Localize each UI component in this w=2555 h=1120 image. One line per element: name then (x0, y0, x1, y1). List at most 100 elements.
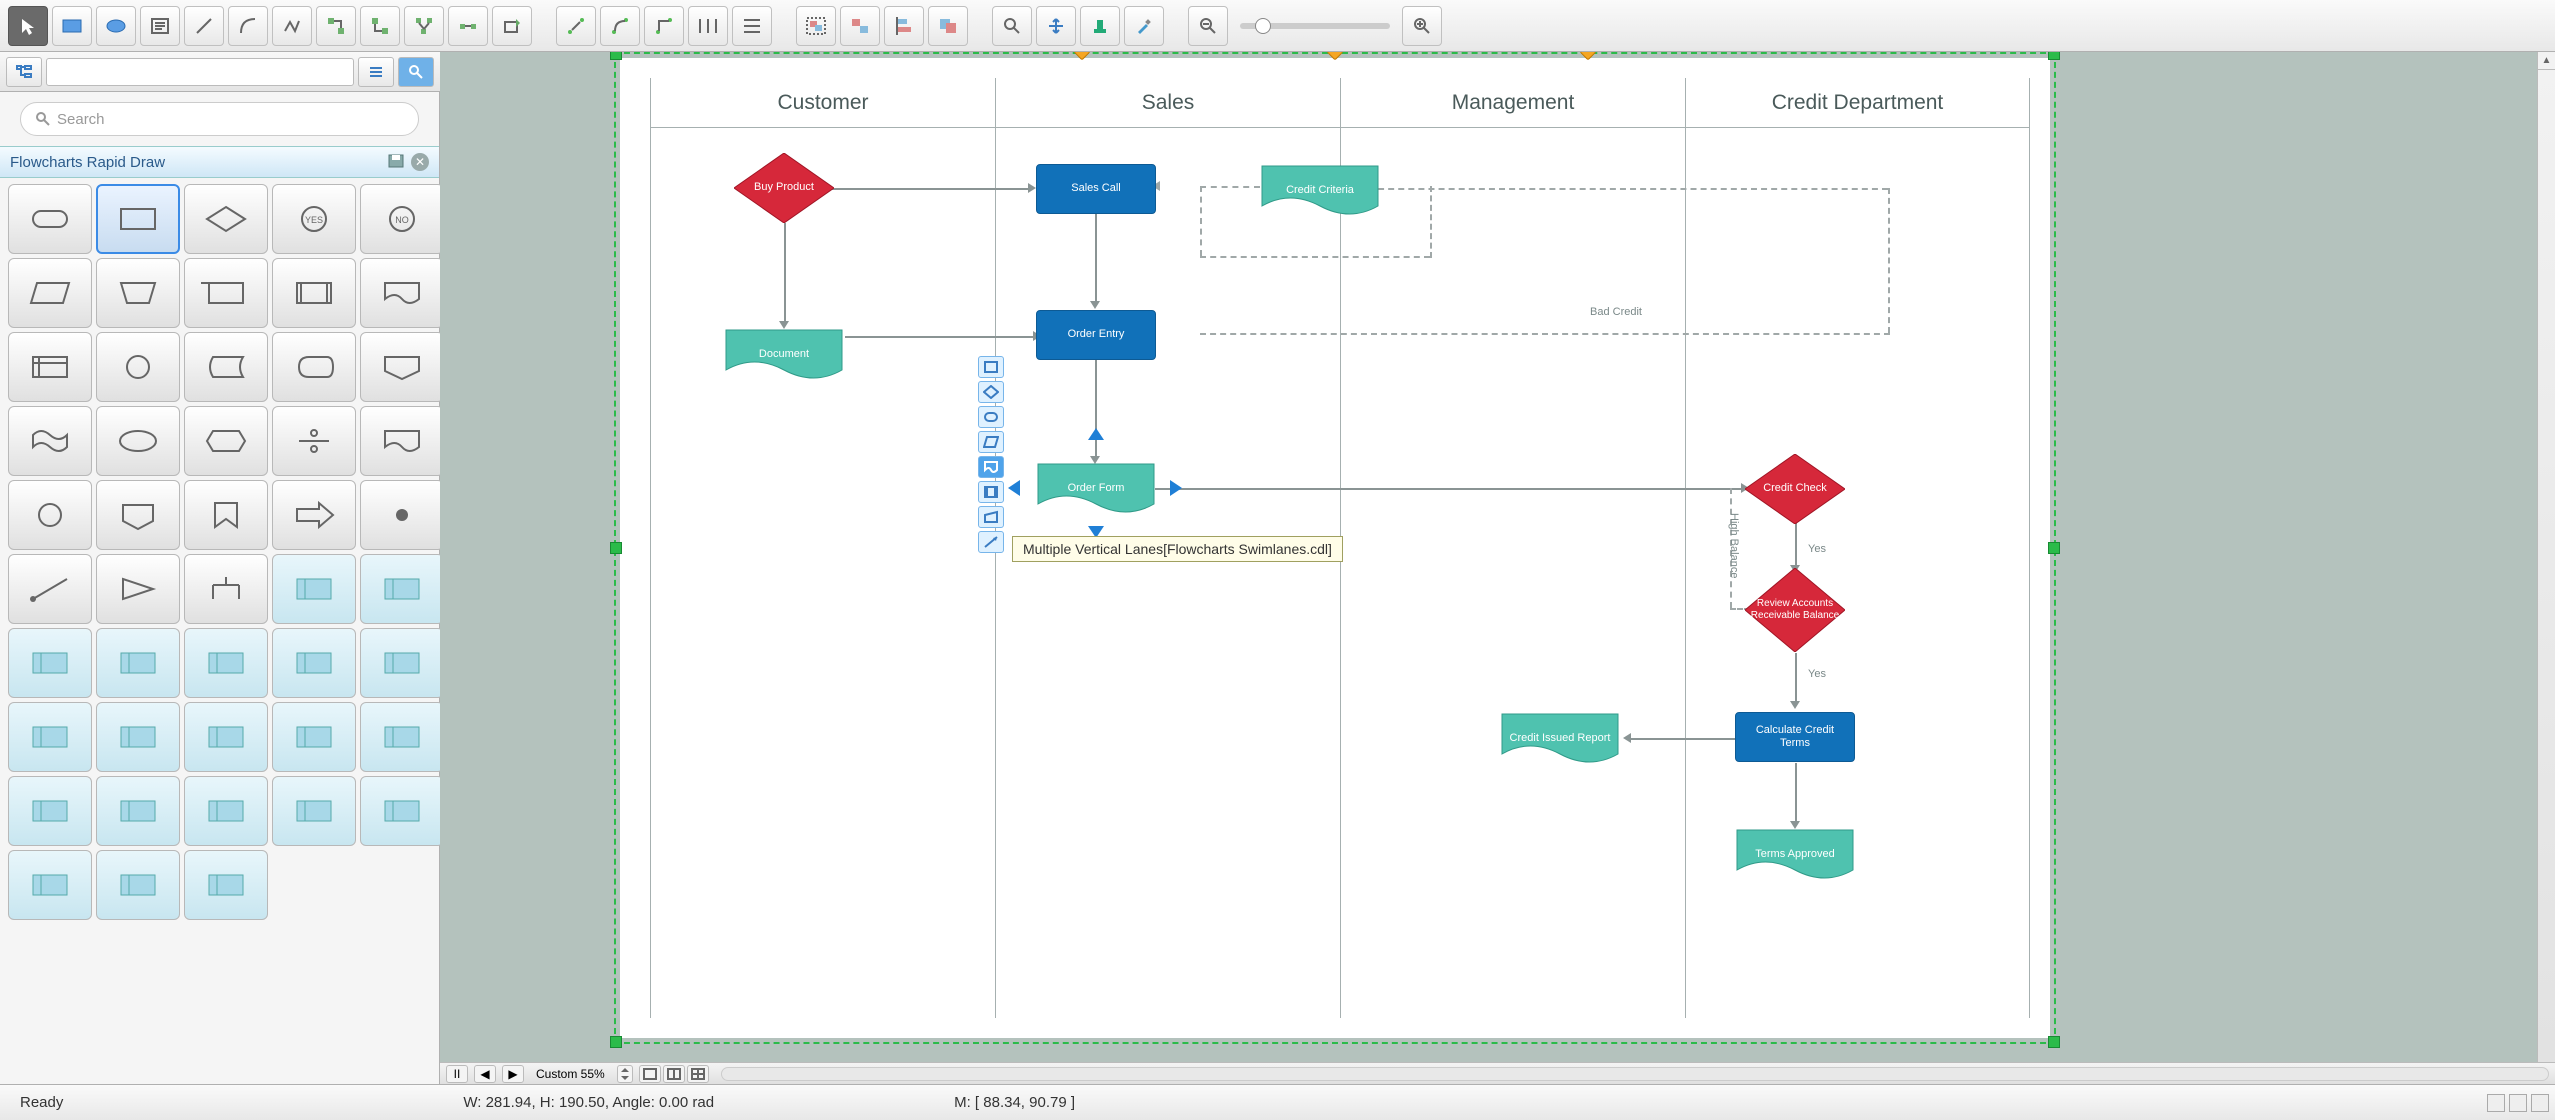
shape-or[interactable] (360, 406, 444, 476)
shape-pool-b[interactable] (96, 776, 180, 846)
rapid-draw-palette[interactable] (978, 356, 1004, 553)
pan-tool[interactable] (1036, 6, 1076, 46)
smart-conn-tool[interactable] (360, 6, 400, 46)
rd-decision[interactable] (978, 381, 1004, 403)
lane-header[interactable]: Sales (996, 78, 1340, 128)
lane-management[interactable]: Management (1340, 78, 1685, 1018)
canvas-area[interactable]: Customer Sales Management Credit Departm… (440, 52, 2537, 1062)
scroll-up-button[interactable]: ▲ (2538, 52, 2555, 70)
connector[interactable] (830, 188, 1030, 190)
align-tool[interactable] (884, 6, 924, 46)
connector[interactable] (1095, 213, 1097, 303)
process-sales-call[interactable]: Sales Call (1036, 164, 1156, 214)
drawing-page[interactable]: Customer Sales Management Credit Departm… (620, 58, 2050, 1038)
shape-prep[interactable] (96, 406, 180, 476)
rd-predefined[interactable] (978, 481, 1004, 503)
shape-disk[interactable] (8, 480, 92, 550)
stamp-tool[interactable] (1080, 6, 1120, 46)
order-tool[interactable] (928, 6, 968, 46)
multi-conn-tool[interactable] (404, 6, 444, 46)
status-icon-2[interactable] (2509, 1094, 2527, 1112)
edge-label[interactable]: High Balance (1728, 513, 1740, 578)
eyedropper-tool[interactable] (1124, 6, 1164, 46)
connector[interactable] (1200, 186, 1260, 188)
connector[interactable] (845, 336, 1035, 338)
shape-card[interactable] (184, 258, 268, 328)
shape-manual-op[interactable] (96, 258, 180, 328)
conn-step-tool[interactable] (644, 6, 684, 46)
shape-hexagon[interactable] (184, 406, 268, 476)
shape-vlane-3[interactable] (184, 628, 268, 698)
horizontal-scrollbar[interactable] (721, 1067, 2549, 1081)
shape-hswim-a[interactable] (272, 702, 356, 772)
shape-decision[interactable] (184, 184, 268, 254)
shape-no[interactable]: NO (360, 184, 444, 254)
shape-yes[interactable]: YES (272, 184, 356, 254)
decision-buy-product[interactable]: Buy Product (734, 153, 834, 223)
rd-data[interactable] (978, 431, 1004, 453)
rd-manual-input[interactable] (978, 506, 1004, 528)
connector[interactable] (1200, 186, 1202, 256)
shape-corner-lane-tl[interactable] (272, 554, 356, 624)
edge-label[interactable]: Yes (1808, 543, 1826, 555)
pause-button[interactable]: II (446, 1065, 468, 1083)
polyline-tool[interactable] (272, 6, 312, 46)
rd-offpage[interactable] (978, 531, 1004, 553)
connector[interactable] (1795, 763, 1797, 823)
shape-tape[interactable] (8, 406, 92, 476)
smart-connect-left-icon[interactable] (1008, 480, 1020, 496)
connector[interactable] (1430, 186, 1432, 258)
status-icon-1[interactable] (2487, 1094, 2505, 1112)
group-tool[interactable] (796, 6, 836, 46)
shape-vlane-2[interactable] (96, 628, 180, 698)
shape-vgroup-2[interactable] (96, 850, 180, 920)
shape-vgroup-3[interactable] (184, 850, 268, 920)
shape-search-input[interactable]: Search (20, 102, 419, 136)
shape-summing[interactable] (272, 406, 356, 476)
rd-document[interactable] (978, 456, 1004, 478)
connector[interactable] (1095, 358, 1097, 458)
zoom-tool[interactable] (992, 6, 1032, 46)
connector[interactable] (1155, 488, 1743, 490)
pointer-tool[interactable] (8, 6, 48, 46)
shape-amp[interactable] (96, 554, 180, 624)
library-section-header[interactable]: Flowcharts Rapid Draw ✕ (0, 146, 439, 178)
library-search-button[interactable] (398, 57, 434, 87)
shape-vswim-c[interactable] (184, 702, 268, 772)
shape-pool-c[interactable] (184, 776, 268, 846)
lane-header[interactable]: Customer (651, 78, 995, 128)
vertical-scrollbar[interactable]: ▲ (2537, 52, 2555, 1062)
zoom-in-button[interactable] (1402, 6, 1442, 46)
decision-review-ar[interactable]: Review Accounts Receivable Balance (1745, 568, 1845, 652)
view-split[interactable] (663, 1065, 685, 1083)
shape-vbar-2[interactable] (360, 776, 444, 846)
shape-vswim-a[interactable] (8, 702, 92, 772)
connector[interactable] (1200, 256, 1430, 258)
shape-offpage-down[interactable] (96, 480, 180, 550)
edge-label[interactable]: Yes (1808, 668, 1826, 680)
connector[interactable] (1630, 738, 1738, 740)
shape-vswim-b[interactable] (96, 702, 180, 772)
shape-bookmark[interactable] (184, 480, 268, 550)
outline-tree-button[interactable] (6, 57, 42, 87)
process-order-entry[interactable]: Order Entry (1036, 310, 1156, 360)
shape-pool-a[interactable] (8, 776, 92, 846)
shape-vlane-1[interactable] (8, 628, 92, 698)
document-credit-criteria[interactable]: Credit Criteria (1260, 164, 1380, 218)
zoom-out-button[interactable] (1188, 6, 1228, 46)
shape-display[interactable] (272, 332, 356, 402)
page-prev-button[interactable]: ◀ (474, 1065, 496, 1083)
connector[interactable] (1368, 188, 1888, 190)
status-icon-3[interactable] (2531, 1094, 2549, 1112)
close-library-icon[interactable]: ✕ (411, 153, 429, 171)
connector[interactable] (1200, 333, 1890, 335)
shape-merge[interactable] (184, 554, 268, 624)
rect-tool[interactable] (52, 6, 92, 46)
dist-v-tool[interactable] (732, 6, 772, 46)
connector[interactable] (1888, 188, 1890, 333)
connector[interactable] (1795, 523, 1797, 567)
insert-shape-tool[interactable] (492, 6, 532, 46)
shape-hswim-b[interactable] (360, 702, 444, 772)
shape-vbar-1[interactable] (272, 776, 356, 846)
library-filter-input[interactable] (46, 58, 354, 86)
